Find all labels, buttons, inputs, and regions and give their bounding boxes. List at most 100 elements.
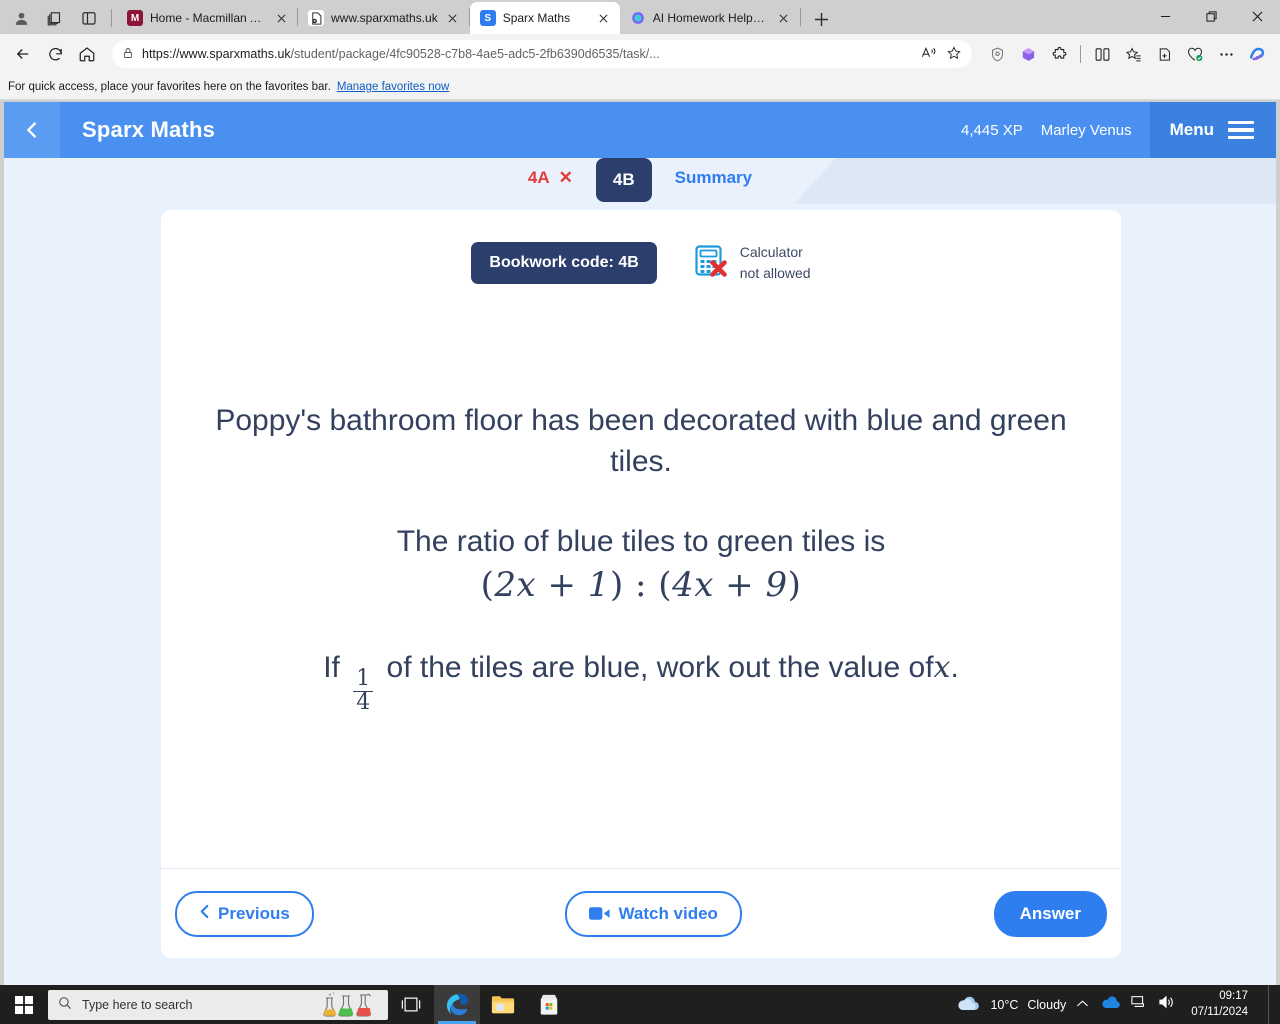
app-brand-title: Sparx Maths <box>82 117 216 142</box>
tab-close-icon[interactable] <box>273 10 289 26</box>
shield-icon[interactable] <box>982 39 1012 69</box>
xp-counter: 4,445 XP <box>961 121 1023 139</box>
question-spacer <box>213 483 1069 521</box>
browser-tab[interactable]: M Home - Macmillan Academy <box>117 2 297 34</box>
question-line-3-before: If <box>323 651 340 685</box>
read-aloud-icon[interactable] <box>921 45 938 63</box>
microsoft-store-icon[interactable] <box>526 985 572 1024</box>
favorites-bar: For quick access, place your favorites h… <box>0 74 1280 100</box>
tab-title: AI Homework Helper & Solver - <box>652 11 769 25</box>
ratio-open-left: ( <box>480 565 495 606</box>
edge-icon[interactable] <box>434 985 480 1024</box>
menu-button[interactable]: Menu <box>1149 102 1276 158</box>
ratio-colon: : <box>635 565 647 606</box>
incorrect-cross-icon: ✕ <box>558 168 573 187</box>
settings-more-icon[interactable] <box>1211 39 1241 69</box>
weather-desc: Cloudy <box>1027 997 1067 1012</box>
bookwork-code-badge: Bookwork code: 4B <box>471 242 657 284</box>
question-spacer <box>213 609 1069 647</box>
browser-tab[interactable]: AI Homework Helper & Solver - <box>620 2 800 34</box>
cloud-icon <box>955 995 981 1015</box>
maximize-button[interactable] <box>1188 0 1234 32</box>
volume-icon[interactable] <box>1158 995 1175 1014</box>
tab-title: www.sparxmaths.uk <box>331 11 438 25</box>
back-arrow-icon[interactable] <box>8 39 38 69</box>
profile-icon[interactable] <box>4 2 38 34</box>
network-icon[interactable] <box>1131 995 1147 1014</box>
new-tab-button[interactable] <box>807 4 837 34</box>
task-view-icon[interactable] <box>388 985 434 1024</box>
copilot-icon[interactable] <box>1013 39 1043 69</box>
browser-tab[interactable]: www.sparxmaths.uk <box>298 2 469 34</box>
copilot-sidebar-icon[interactable] <box>1242 39 1272 69</box>
question-tab-row: 4A ✕ 4B Summary <box>4 158 1276 204</box>
tab-close-icon[interactable] <box>445 10 461 26</box>
refresh-icon[interactable] <box>40 39 70 69</box>
favorites-icon[interactable] <box>1118 39 1148 69</box>
calculator-line-1: Calculator <box>739 244 803 260</box>
video-camera-icon <box>589 906 610 921</box>
calculator-line-2: not allowed <box>739 265 811 281</box>
address-bar[interactable]: https://www.sparxmaths.uk/student/packag… <box>112 40 972 68</box>
clock-time: 09:17 <box>1219 989 1248 1002</box>
star-icon[interactable] <box>946 45 962 64</box>
tab-close-icon[interactable] <box>776 10 792 26</box>
favorites-bar-message: For quick access, place your favorites h… <box>8 80 331 93</box>
manage-favorites-link[interactable]: Manage favorites now <box>337 81 450 93</box>
search-placeholder: Type here to search <box>82 997 193 1012</box>
lock-icon <box>122 47 134 62</box>
question-body: Poppy's bathroom floor has been decorate… <box>161 400 1121 714</box>
page-viewport: Sparx Maths 4,445 XP Marley Venus Menu 4… <box>4 102 1276 985</box>
app-back-button[interactable] <box>4 102 60 158</box>
science-flasks-icon <box>318 991 378 1018</box>
fraction-one-quarter: 1 4 <box>353 666 374 714</box>
question-tab-4b[interactable]: 4B <box>595 158 652 202</box>
watch-video-label: Watch video <box>618 903 718 923</box>
ratio-close-right: ) <box>787 565 802 606</box>
question-line-1: Poppy's bathroom floor has been decorate… <box>215 404 1067 479</box>
answer-label: Answer <box>1019 903 1082 923</box>
taskbar-clock[interactable]: 09:17 07/11/2024 <box>1185 989 1258 1020</box>
calculator-not-allowed: Calculator not allowed <box>693 242 811 284</box>
question-tab-label: 4B <box>612 170 635 189</box>
chevron-up-icon[interactable] <box>1076 996 1089 1014</box>
weather-widget[interactable]: 10°C Cloudy <box>955 995 1066 1015</box>
minimize-button[interactable] <box>1142 0 1188 32</box>
tab-favicon-sparx-error <box>308 10 324 26</box>
answer-button[interactable]: Answer <box>993 890 1108 937</box>
question-tab-summary[interactable]: Summary <box>657 158 770 198</box>
tab-title: Sparx Maths <box>502 11 571 25</box>
menu-label: Menu <box>1169 120 1214 139</box>
system-tray: 10°C Cloudy 09:17 07/11/2024 <box>955 985 1280 1024</box>
fraction-numerator: 1 <box>356 666 371 692</box>
home-icon[interactable] <box>72 39 102 69</box>
onedrive-icon[interactable] <box>1100 995 1121 1014</box>
show-desktop-button[interactable] <box>1268 985 1274 1024</box>
header-right: 4,445 XP Marley Venus Menu <box>961 102 1276 158</box>
collections-icon[interactable] <box>38 2 72 34</box>
file-explorer-icon[interactable] <box>480 985 526 1024</box>
calculator-not-allowed-icon <box>693 243 729 284</box>
tab-favicon-sparx: S <box>479 10 496 26</box>
close-button[interactable] <box>1234 0 1280 32</box>
watch-video-button[interactable]: Watch video <box>565 890 742 937</box>
browser-window: M Home - Macmillan Academy www.sparxmath… <box>0 0 1280 985</box>
extensions-icon[interactable] <box>1044 39 1074 69</box>
tray-icons <box>1076 995 1175 1014</box>
ratio-open-right: ( <box>658 565 673 606</box>
chevron-left-icon <box>199 904 210 924</box>
tab-close-icon[interactable] <box>596 10 612 26</box>
browser-essentials-icon[interactable] <box>1180 39 1210 69</box>
question-tab-4a[interactable]: 4A ✕ <box>510 158 590 198</box>
url-path: /student/package/4fc90528-c7b8-4ae5-adc5… <box>290 47 660 61</box>
tab-divider <box>799 8 801 26</box>
tab-panel-icon[interactable] <box>72 2 106 34</box>
split-screen-icon[interactable] <box>1087 39 1117 69</box>
question-variable-x: x <box>933 650 951 686</box>
collections-icon[interactable] <box>1149 39 1179 69</box>
taskbar-search-input[interactable]: Type here to search <box>48 989 388 1020</box>
previous-button[interactable]: Previous <box>175 890 314 937</box>
window-controls <box>1142 0 1280 34</box>
windows-start-icon[interactable] <box>0 985 48 1024</box>
browser-tab-active[interactable]: S Sparx Maths <box>469 2 620 34</box>
